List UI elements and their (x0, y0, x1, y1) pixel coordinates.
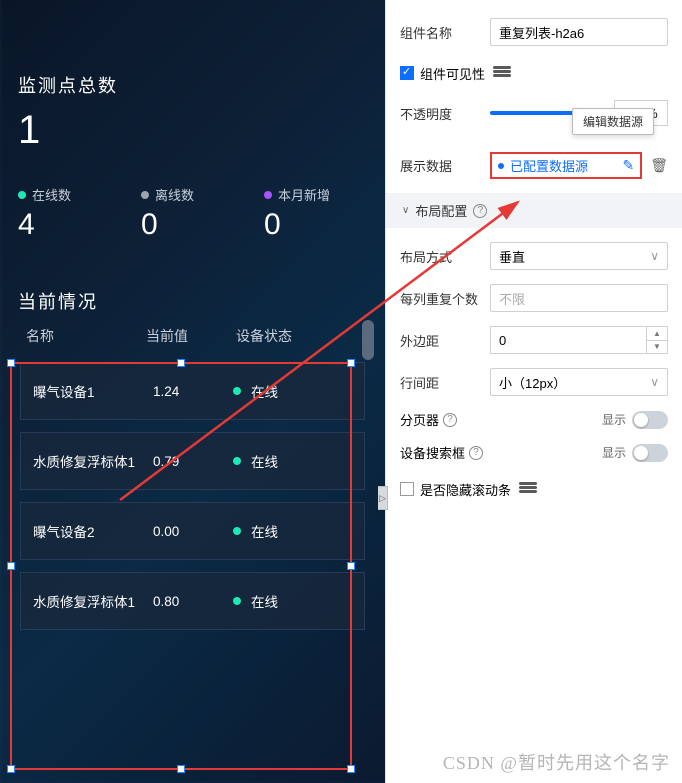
col-name: 名称 (26, 326, 146, 346)
database-icon[interactable] (519, 482, 537, 496)
step-down-icon[interactable]: ▼ (646, 340, 668, 355)
info-icon[interactable]: ? (469, 446, 483, 460)
component-name-label: 组件名称 (400, 23, 490, 42)
pager-label: 分页器 (400, 410, 439, 429)
per-col-label: 每列重复个数 (400, 289, 490, 308)
cell-value: 1.24 (153, 384, 233, 399)
hide-scroll-checkbox[interactable] (400, 482, 414, 496)
visibility-checkbox[interactable] (400, 66, 414, 80)
display-data-label: 展示数据 (400, 156, 490, 175)
layout-mode-label: 布局方式 (400, 247, 490, 266)
status-dot-icon (233, 527, 241, 535)
search-label: 设备搜索框 (400, 443, 465, 462)
search-toggle[interactable] (632, 444, 668, 462)
hide-scroll-label: 是否隐藏滚动条 (420, 480, 511, 499)
status-dot-icon (141, 191, 149, 199)
edit-icon[interactable]: ✎ (622, 157, 634, 174)
cell-name: 水质修复浮标体1 (33, 451, 153, 471)
layout-section-title: 布局配置 (415, 201, 467, 220)
stat-value: 0 (264, 208, 367, 242)
component-name-input[interactable]: 重复列表-h2a6 (490, 18, 668, 46)
stat-label: 在线数 (32, 185, 71, 204)
cell-status: 在线 (251, 591, 278, 611)
cell-value: 0.80 (153, 594, 233, 609)
table-row[interactable]: 水质修复浮标体1 0.79 在线 (20, 432, 365, 490)
bullet-icon (498, 163, 504, 169)
table-row[interactable]: 水质修复浮标体1 0.80 在线 (20, 572, 365, 630)
cell-name: 曝气设备2 (33, 521, 153, 541)
chevron-down-icon: ∨ (650, 249, 659, 263)
stat-offline: 离线数 0 (141, 185, 244, 242)
margin-label: 外边距 (400, 331, 490, 350)
opacity-label: 不透明度 (400, 104, 490, 123)
row-gap-label: 行间距 (400, 373, 490, 392)
cell-status: 在线 (251, 451, 278, 471)
stat-monthly-add: 本月新增 0 (264, 185, 367, 242)
chevron-down-icon: ∨ (650, 375, 659, 389)
status-dot-icon (233, 387, 241, 395)
stat-label: 本月新增 (278, 185, 330, 204)
panel-collapse-handle[interactable]: ▷ (378, 486, 388, 510)
row-gap-select[interactable]: 小（12px）∨ (490, 368, 668, 396)
show-text: 显示 (602, 411, 626, 428)
watermark: CSDN @暂时先用这个名字 (443, 749, 670, 775)
col-value: 当前值 (146, 326, 236, 346)
info-icon[interactable]: ? (443, 413, 457, 427)
cell-name: 水质修复浮标体1 (33, 591, 153, 611)
status-dot-icon (18, 191, 26, 199)
status-dot-icon (264, 191, 272, 199)
stat-value: 0 (141, 208, 244, 242)
datasource-button[interactable]: 已配置数据源 ✎ (490, 152, 642, 179)
stat-value: 4 (18, 208, 121, 242)
per-col-input[interactable]: 不限 (490, 284, 668, 312)
chevron-down-icon: ∨ (402, 205, 409, 216)
monitor-total-label: 监测点总数 (18, 72, 367, 98)
current-status-title: 当前情况 (18, 288, 367, 314)
col-status: 设备状态 (236, 326, 359, 346)
table-row[interactable]: 曝气设备1 1.24 在线 (20, 362, 365, 420)
stat-online: 在线数 4 (18, 185, 121, 242)
info-icon[interactable]: ? (473, 204, 487, 218)
cell-value: 0.00 (153, 524, 233, 539)
show-text: 显示 (602, 444, 626, 461)
cell-status: 在线 (251, 521, 278, 541)
margin-input[interactable]: 0 ▲▼ (490, 326, 668, 354)
layout-section-header[interactable]: ∨ 布局配置 ? (386, 193, 682, 228)
table-header: 名称 当前值 设备状态 (18, 326, 367, 350)
datasource-text: 已配置数据源 (510, 156, 588, 175)
table-row[interactable]: 曝气设备2 0.00 在线 (20, 502, 365, 560)
database-icon[interactable] (493, 66, 511, 80)
cell-value: 0.79 (153, 454, 233, 469)
repeat-list[interactable]: 曝气设备1 1.24 在线 水质修复浮标体1 0.79 在线 曝气设备2 0.0… (18, 362, 367, 630)
cell-status: 在线 (251, 381, 278, 401)
step-up-icon[interactable]: ▲ (646, 326, 668, 340)
status-dot-icon (233, 597, 241, 605)
monitor-total-value: 1 (18, 108, 367, 153)
pager-toggle[interactable] (632, 411, 668, 429)
delete-icon[interactable]: 🗑 (650, 157, 668, 174)
dashboard-preview: 监测点总数 1 在线数 4 离线数 0 本月新增 0 当前情况 名称 当前值 设… (0, 0, 385, 783)
scrollbar-thumb[interactable] (362, 320, 374, 360)
tooltip: 编辑数据源 (572, 108, 654, 135)
stats-row: 在线数 4 离线数 0 本月新增 0 (18, 185, 367, 242)
visibility-label: 组件可见性 (420, 64, 485, 83)
layout-mode-select[interactable]: 垂直∨ (490, 242, 668, 270)
status-dot-icon (233, 457, 241, 465)
stat-label: 离线数 (155, 185, 194, 204)
cell-name: 曝气设备1 (33, 381, 153, 401)
